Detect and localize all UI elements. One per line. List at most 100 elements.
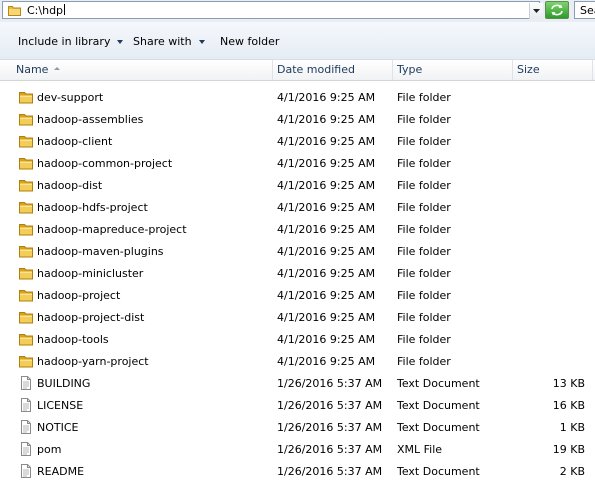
new-folder-button[interactable]: New folder [220, 35, 279, 49]
file-type: Text Document [397, 465, 480, 478]
file-date-modified: 4/1/2016 9:25 AM [277, 289, 376, 302]
file-name: pom [37, 443, 62, 456]
file-date-modified: 4/1/2016 9:25 AM [277, 113, 376, 126]
file-date-modified: 1/26/2016 5:37 AM [277, 465, 383, 478]
file-date-modified: 4/1/2016 9:25 AM [277, 179, 376, 192]
column-header-type[interactable]: Type [393, 60, 513, 80]
file-name: hadoop-common-project [37, 157, 173, 170]
column-header-size-label: Size [517, 63, 540, 76]
folder-icon [18, 89, 34, 105]
file-type: Text Document [397, 399, 480, 412]
folder-icon [18, 265, 34, 281]
column-header-date-modified[interactable]: Date modified [273, 60, 393, 80]
sort-ascending-icon [54, 67, 61, 70]
file-list: dev-support 4/1/2016 9:25 AM File folder ha… [0, 87, 595, 483]
file-size: 1 KB [559, 421, 585, 434]
address-bar[interactable]: C:\hdp [2, 1, 543, 19]
file-type: File folder [397, 201, 451, 214]
refresh-icon [551, 4, 563, 16]
file-date-modified: 4/1/2016 9:25 AM [277, 311, 376, 324]
file-name: hadoop-maven-plugins [37, 245, 164, 258]
file-name: hadoop-hdfs-project [37, 201, 148, 214]
file-name: LICENSE [37, 399, 84, 412]
file-date-modified: 4/1/2016 9:25 AM [277, 245, 376, 258]
file-row[interactable]: README 1/26/2016 5:37 AM Text Document 2 KB [0, 461, 595, 483]
file-name: hadoop-minicluster [37, 267, 144, 280]
file-name: BUILDING [37, 377, 91, 390]
file-size: 13 KB [552, 377, 585, 390]
file-row[interactable]: hadoop-maven-plugins 4/1/2016 9:25 AM File… [0, 241, 595, 263]
file-type: File folder [397, 311, 451, 324]
folder-icon [18, 199, 34, 215]
file-row[interactable]: LICENSE 1/26/2016 5:37 AM Text Document 16 … [0, 395, 595, 417]
file-name: NOTICE [37, 421, 79, 434]
file-type: File folder [397, 179, 451, 192]
file-date-modified: 4/1/2016 9:25 AM [277, 135, 376, 148]
file-row[interactable]: dev-support 4/1/2016 9:25 AM File folder [0, 87, 595, 109]
folder-icon [18, 243, 34, 259]
share-with-label: Share with [133, 35, 192, 48]
file-row[interactable]: hadoop-assemblies 4/1/2016 9:25 AM File fo… [0, 109, 595, 131]
file-type: XML File [397, 443, 443, 456]
include-in-library-label: Include in library [18, 35, 111, 48]
file-date-modified: 4/1/2016 9:25 AM [277, 201, 376, 214]
text-file-icon [18, 419, 34, 435]
chevron-down-icon [533, 9, 540, 13]
folder-icon [18, 133, 34, 149]
file-date-modified: 4/1/2016 9:25 AM [277, 333, 376, 346]
file-date-modified: 1/26/2016 5:37 AM [277, 399, 383, 412]
file-type: File folder [397, 267, 451, 280]
address-path[interactable]: C:\hdp [27, 4, 66, 17]
file-type: File folder [397, 333, 451, 346]
file-type: File folder [397, 289, 451, 302]
file-date-modified: 4/1/2016 9:25 AM [277, 223, 376, 236]
text-file-icon [18, 375, 34, 391]
folder-icon [18, 155, 34, 171]
file-type: File folder [397, 157, 451, 170]
address-dropdown-button[interactable] [529, 3, 543, 19]
file-date-modified: 4/1/2016 9:25 AM [277, 91, 376, 104]
file-row[interactable]: hadoop-yarn-project 4/1/2016 9:25 AM File … [0, 351, 595, 373]
file-row[interactable]: hadoop-common-project 4/1/2016 9:25 AM Fil… [0, 153, 595, 175]
folder-icon [18, 221, 34, 237]
chevron-down-icon [198, 40, 205, 44]
file-row[interactable]: NOTICE 1/26/2016 5:37 AM Text Document 1 KB [0, 417, 595, 439]
file-type: Text Document [397, 421, 480, 434]
search-input[interactable]: Sea [574, 1, 595, 19]
column-header-size[interactable]: Size [513, 60, 593, 80]
file-date-modified: 4/1/2016 9:25 AM [277, 355, 376, 368]
file-date-modified: 4/1/2016 9:25 AM [277, 157, 376, 170]
file-row[interactable]: hadoop-hdfs-project 4/1/2016 9:25 AM File … [0, 197, 595, 219]
folder-icon [18, 287, 34, 303]
column-header-name[interactable]: Name [0, 60, 273, 80]
folder-icon [18, 177, 34, 193]
file-type: File folder [397, 91, 451, 104]
file-type: File folder [397, 113, 451, 126]
refresh-button[interactable] [545, 1, 569, 19]
text-file-icon [18, 463, 34, 479]
file-row[interactable]: hadoop-dist 4/1/2016 9:25 AM File folder [0, 175, 595, 197]
folder-icon [18, 331, 34, 347]
file-row[interactable]: hadoop-mapreduce-project 4/1/2016 9:25 AM… [0, 219, 595, 241]
file-row[interactable]: BUILDING 1/26/2016 5:37 AM Text Document 13… [0, 373, 595, 395]
file-name: hadoop-client [37, 135, 113, 148]
file-row[interactable]: hadoop-tools 4/1/2016 9:25 AM File folder [0, 329, 595, 351]
xml-file-icon [18, 441, 34, 457]
new-folder-label: New folder [220, 35, 280, 48]
address-bar-row: C:\hdp Sea [0, 0, 595, 22]
file-row[interactable]: hadoop-project 4/1/2016 9:25 AM File folde… [0, 285, 595, 307]
file-name: README [37, 465, 85, 478]
column-header-name-label: Name [16, 63, 49, 76]
folder-icon [18, 111, 34, 127]
column-header-type-label: Type [397, 63, 423, 76]
include-in-library-button[interactable]: Include in library [18, 35, 124, 49]
file-row[interactable]: hadoop-client 4/1/2016 9:25 AM File folder [0, 131, 595, 153]
file-date-modified: 1/26/2016 5:37 AM [277, 421, 383, 434]
file-row[interactable]: hadoop-project-dist 4/1/2016 9:25 AM File … [0, 307, 595, 329]
file-row[interactable]: pom 1/26/2016 5:37 AM XML File 19 KB [0, 439, 595, 461]
share-with-button[interactable]: Share with [133, 35, 205, 49]
command-bar: Include in library Share with New folder [0, 22, 595, 60]
search-placeholder: Sea [580, 4, 595, 17]
file-row[interactable]: hadoop-minicluster 4/1/2016 9:25 AM File f… [0, 263, 595, 285]
folder-icon [8, 6, 21, 16]
